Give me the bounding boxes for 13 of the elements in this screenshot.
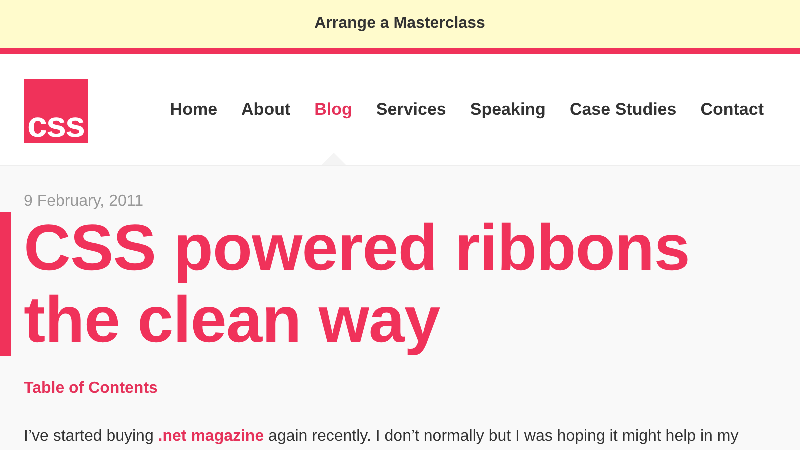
intro-paragraph: I’ve started buying .net magazine again recently. I don’t normally but I was hoping it might help in my xyxy=(24,427,740,447)
post-date: 9 February, 2011 xyxy=(24,192,144,212)
nav-link[interactable]: Services xyxy=(376,100,446,120)
post-title: CSS powered ribbons the clean way xyxy=(24,212,691,356)
nav-link[interactable]: Home xyxy=(170,100,218,120)
css-logo[interactable]: css xyxy=(24,78,88,142)
nav-link[interactable]: Speaking xyxy=(470,100,546,120)
masterclass-link[interactable]: Arrange a Masterclass xyxy=(314,15,486,33)
nav-link[interactable]: Blog xyxy=(314,100,352,120)
table-of-contents-link[interactable]: Table of Contents xyxy=(24,380,158,398)
nav-link[interactable]: About xyxy=(242,100,291,120)
nav-link[interactable]: Case Studies xyxy=(570,100,677,120)
nav-link[interactable]: Contact xyxy=(700,100,764,120)
